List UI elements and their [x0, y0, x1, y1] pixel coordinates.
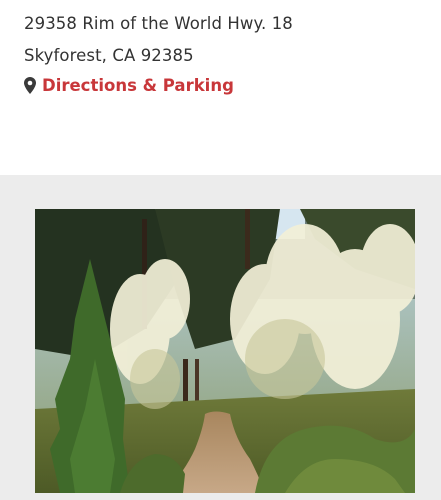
trail-photo-image: [35, 209, 415, 493]
directions-label: Directions & Parking: [42, 76, 234, 95]
map-pin-icon: [24, 77, 36, 94]
photo-gallery: [0, 175, 441, 500]
location-info: 29358 Rim of the World Hwy. 18 Skyforest…: [0, 0, 441, 175]
address-line-city: Skyforest, CA 92385: [24, 46, 194, 65]
address-line-street: 29358 Rim of the World Hwy. 18: [24, 14, 293, 33]
directions-link[interactable]: Directions & Parking: [24, 76, 234, 95]
trail-photo[interactable]: [35, 209, 415, 493]
